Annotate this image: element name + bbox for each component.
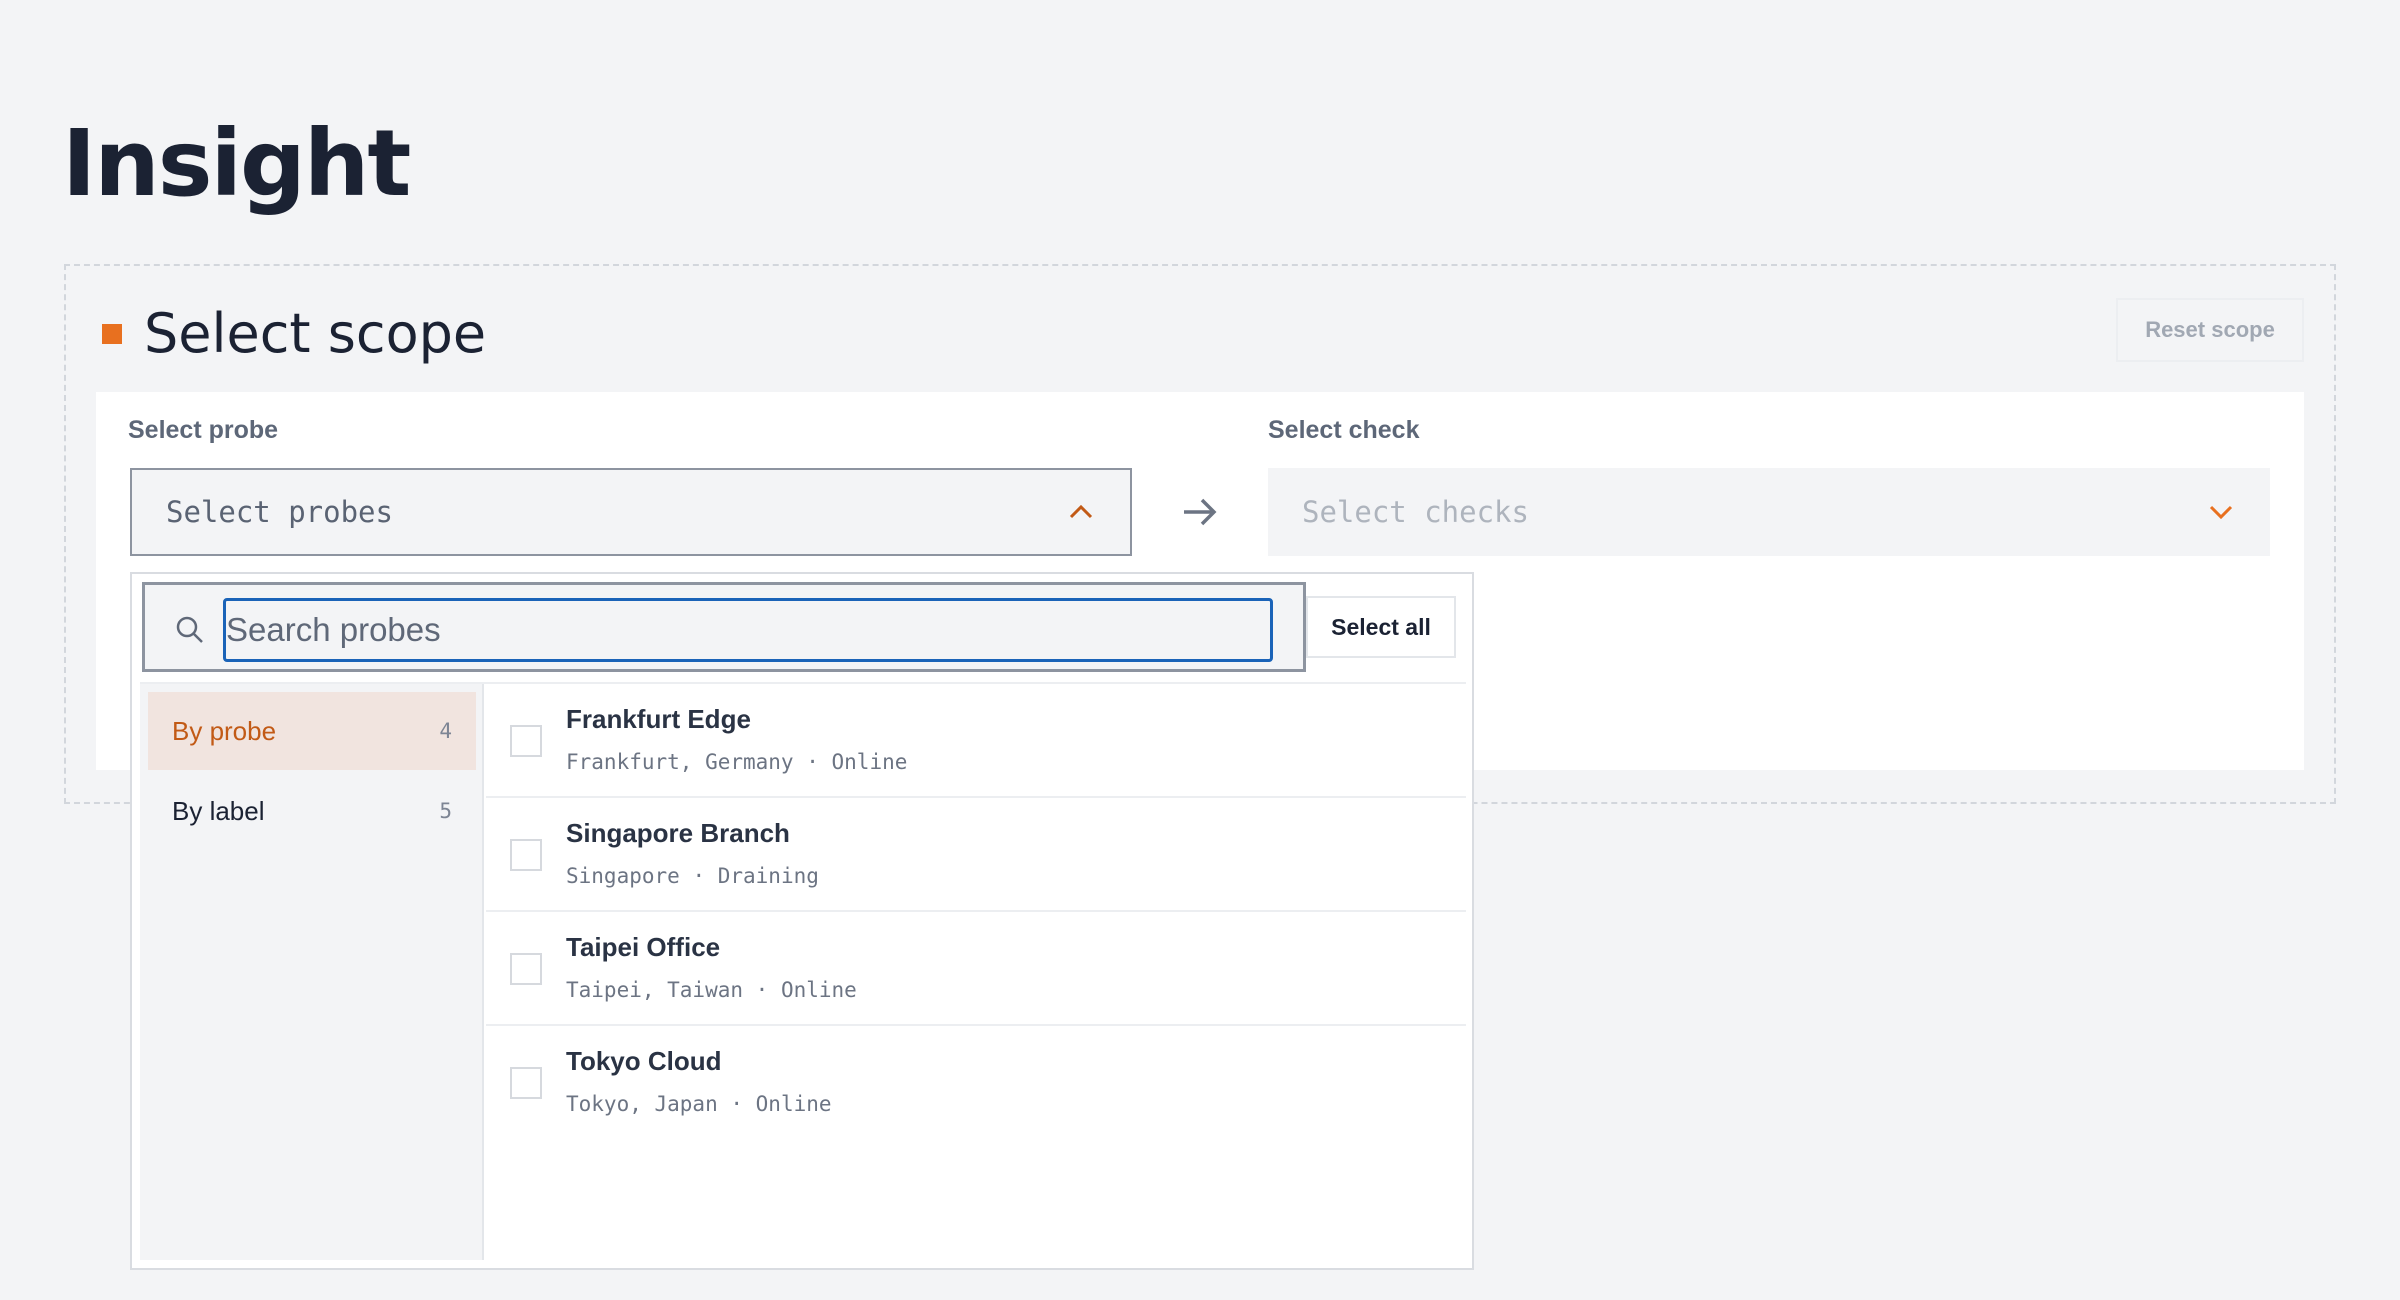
search-wrap [142, 582, 1306, 672]
probe-field-label: Select probe [128, 416, 279, 444]
probe-status: Online [780, 978, 857, 1002]
group-count: 4 [439, 719, 452, 743]
probe-location: Frankfurt, Germany [566, 750, 794, 774]
probe-row[interactable]: Taipei Office Taipei, Taiwan · Online [486, 912, 1466, 1026]
search-icon [176, 616, 203, 643]
group-by-probe[interactable]: By probe 4 [148, 692, 476, 770]
probe-row[interactable]: Tokyo Cloud Tokyo, Japan · Online [486, 1026, 1466, 1140]
group-label: By label [172, 795, 265, 826]
probe-name: Frankfurt Edge [566, 704, 751, 734]
scope-marker [102, 324, 122, 344]
group-count: 5 [439, 799, 452, 823]
chevron-up-icon [1069, 504, 1093, 519]
page-title: Insight [62, 110, 411, 217]
probe-meta: Tokyo, Japan · Online [566, 1092, 832, 1116]
probe-status: Online [831, 750, 908, 774]
probe-meta: Singapore · Draining [566, 864, 819, 888]
probe-select-placeholder: Select probes [166, 495, 393, 529]
arrow-right-icon [1184, 498, 1217, 526]
reset-scope-button[interactable]: Reset scope [2116, 298, 2304, 362]
probe-checkbox[interactable] [510, 725, 542, 757]
section-title: Select scope [144, 302, 487, 365]
chevron-down-icon [2209, 505, 2233, 520]
probe-row[interactable]: Singapore Branch Singapore · Draining [486, 798, 1466, 912]
check-select[interactable]: Select checks [1268, 468, 2270, 556]
probe-name: Tokyo Cloud [566, 1046, 722, 1076]
search-input[interactable] [223, 598, 1273, 662]
probe-status: Online [755, 1092, 832, 1116]
group-label: By probe [172, 715, 277, 746]
check-field-label: Select check [1268, 416, 1420, 444]
group-by-label[interactable]: By label 5 [148, 772, 476, 850]
probe-location: Taipei, Taiwan [566, 978, 744, 1002]
probe-status: Draining [717, 864, 819, 888]
probe-checkbox[interactable] [510, 839, 542, 871]
probe-list: Frankfurt Edge Frankfurt, Germany · Onli… [486, 684, 1466, 1140]
check-select-placeholder: Select checks [1302, 495, 1529, 529]
probe-row[interactable]: Frankfurt Edge Frankfurt, Germany · Onli… [486, 684, 1466, 798]
probe-checkbox[interactable] [510, 953, 542, 985]
select-all-button[interactable]: Select all [1306, 596, 1456, 658]
probe-select[interactable]: Select probes [130, 468, 1132, 556]
probe-location: Singapore [566, 864, 680, 888]
probe-name: Taipei Office [566, 932, 721, 962]
group-sidebar: By probe 4 By label 5 [140, 684, 484, 1260]
probe-location: Tokyo, Japan [566, 1092, 718, 1116]
probe-meta: Taipei, Taiwan · Online [566, 978, 857, 1002]
probe-meta: Frankfurt, Germany · Online [566, 750, 908, 774]
probe-checkbox[interactable] [510, 1067, 542, 1099]
probe-dropdown: Select all By probe 4 By label 5 Frankfu… [130, 572, 1474, 1270]
probe-name: Singapore Branch [566, 818, 790, 848]
